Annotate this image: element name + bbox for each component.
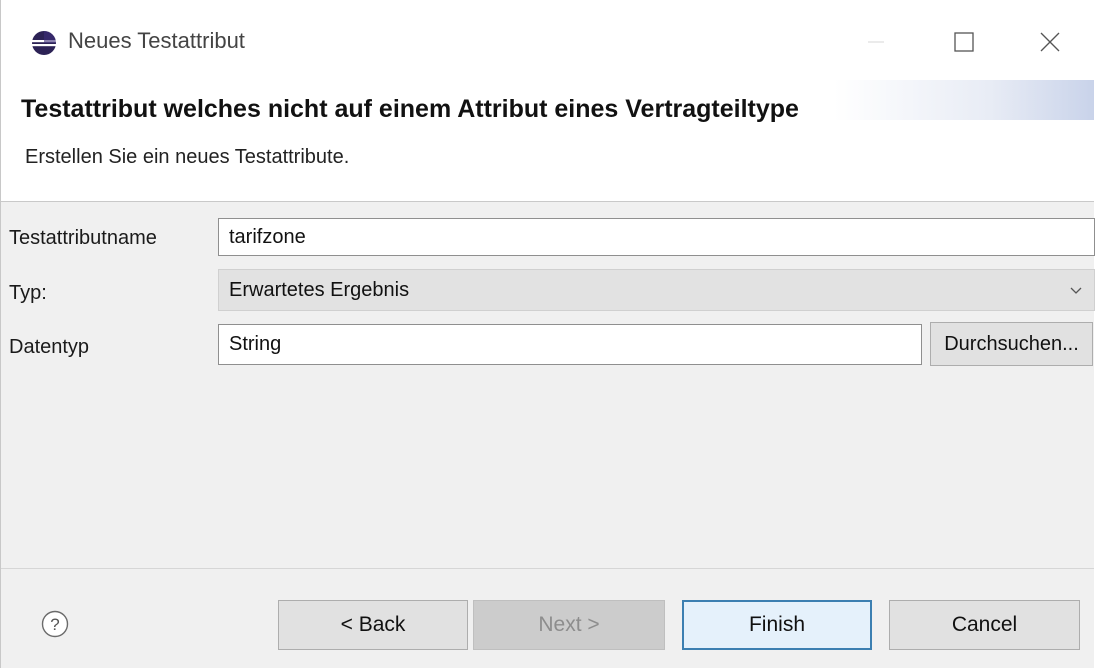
type-select[interactable]: Erwartetes Ergebnis [218, 269, 1095, 311]
datatype-input[interactable]: String [218, 324, 922, 365]
cancel-button[interactable]: Cancel [889, 600, 1080, 650]
name-input[interactable]: tarifzone [218, 218, 1095, 256]
button-bar: ? < Back Next > Finish Cancel [1, 569, 1094, 668]
name-label: Testattributname [9, 227, 157, 249]
window-title: Neues Testattribut [68, 28, 245, 53]
title-bar: Neues Testattribut [1, 0, 1094, 80]
datatype-label: Datentyp [9, 336, 90, 358]
next-button[interactable]: Next > [473, 600, 665, 650]
form-panel: Testattributname tarifzone Typ: Erwartet… [1, 202, 1095, 570]
banner-decoration [834, 80, 1094, 120]
eclipse-icon [32, 31, 56, 55]
minimize-icon [868, 41, 884, 43]
close-icon [1040, 32, 1060, 52]
chevron-down-icon [1070, 287, 1082, 294]
type-label: Typ: [9, 282, 47, 304]
maximize-icon [954, 32, 974, 52]
wizard-title: Testattribut welches nicht auf einem Att… [21, 95, 799, 123]
browse-button[interactable]: Durchsuchen... [930, 322, 1093, 366]
maximize-button[interactable] [939, 18, 989, 66]
minimize-button[interactable] [851, 18, 901, 66]
wizard-description: Erstellen Sie ein neues Testattribute. [25, 146, 350, 168]
dialog-window: Neues Testattribut Testattribut welches … [0, 0, 1095, 668]
help-icon[interactable]: ? [41, 610, 69, 638]
type-select-value: Erwartetes Ergebnis [229, 278, 410, 301]
wizard-header: Testattribut welches nicht auf einem Att… [1, 80, 1094, 202]
back-button[interactable]: < Back [278, 600, 468, 650]
svg-text:?: ? [50, 615, 59, 634]
finish-button[interactable]: Finish [682, 600, 872, 650]
close-button[interactable] [1025, 18, 1075, 66]
